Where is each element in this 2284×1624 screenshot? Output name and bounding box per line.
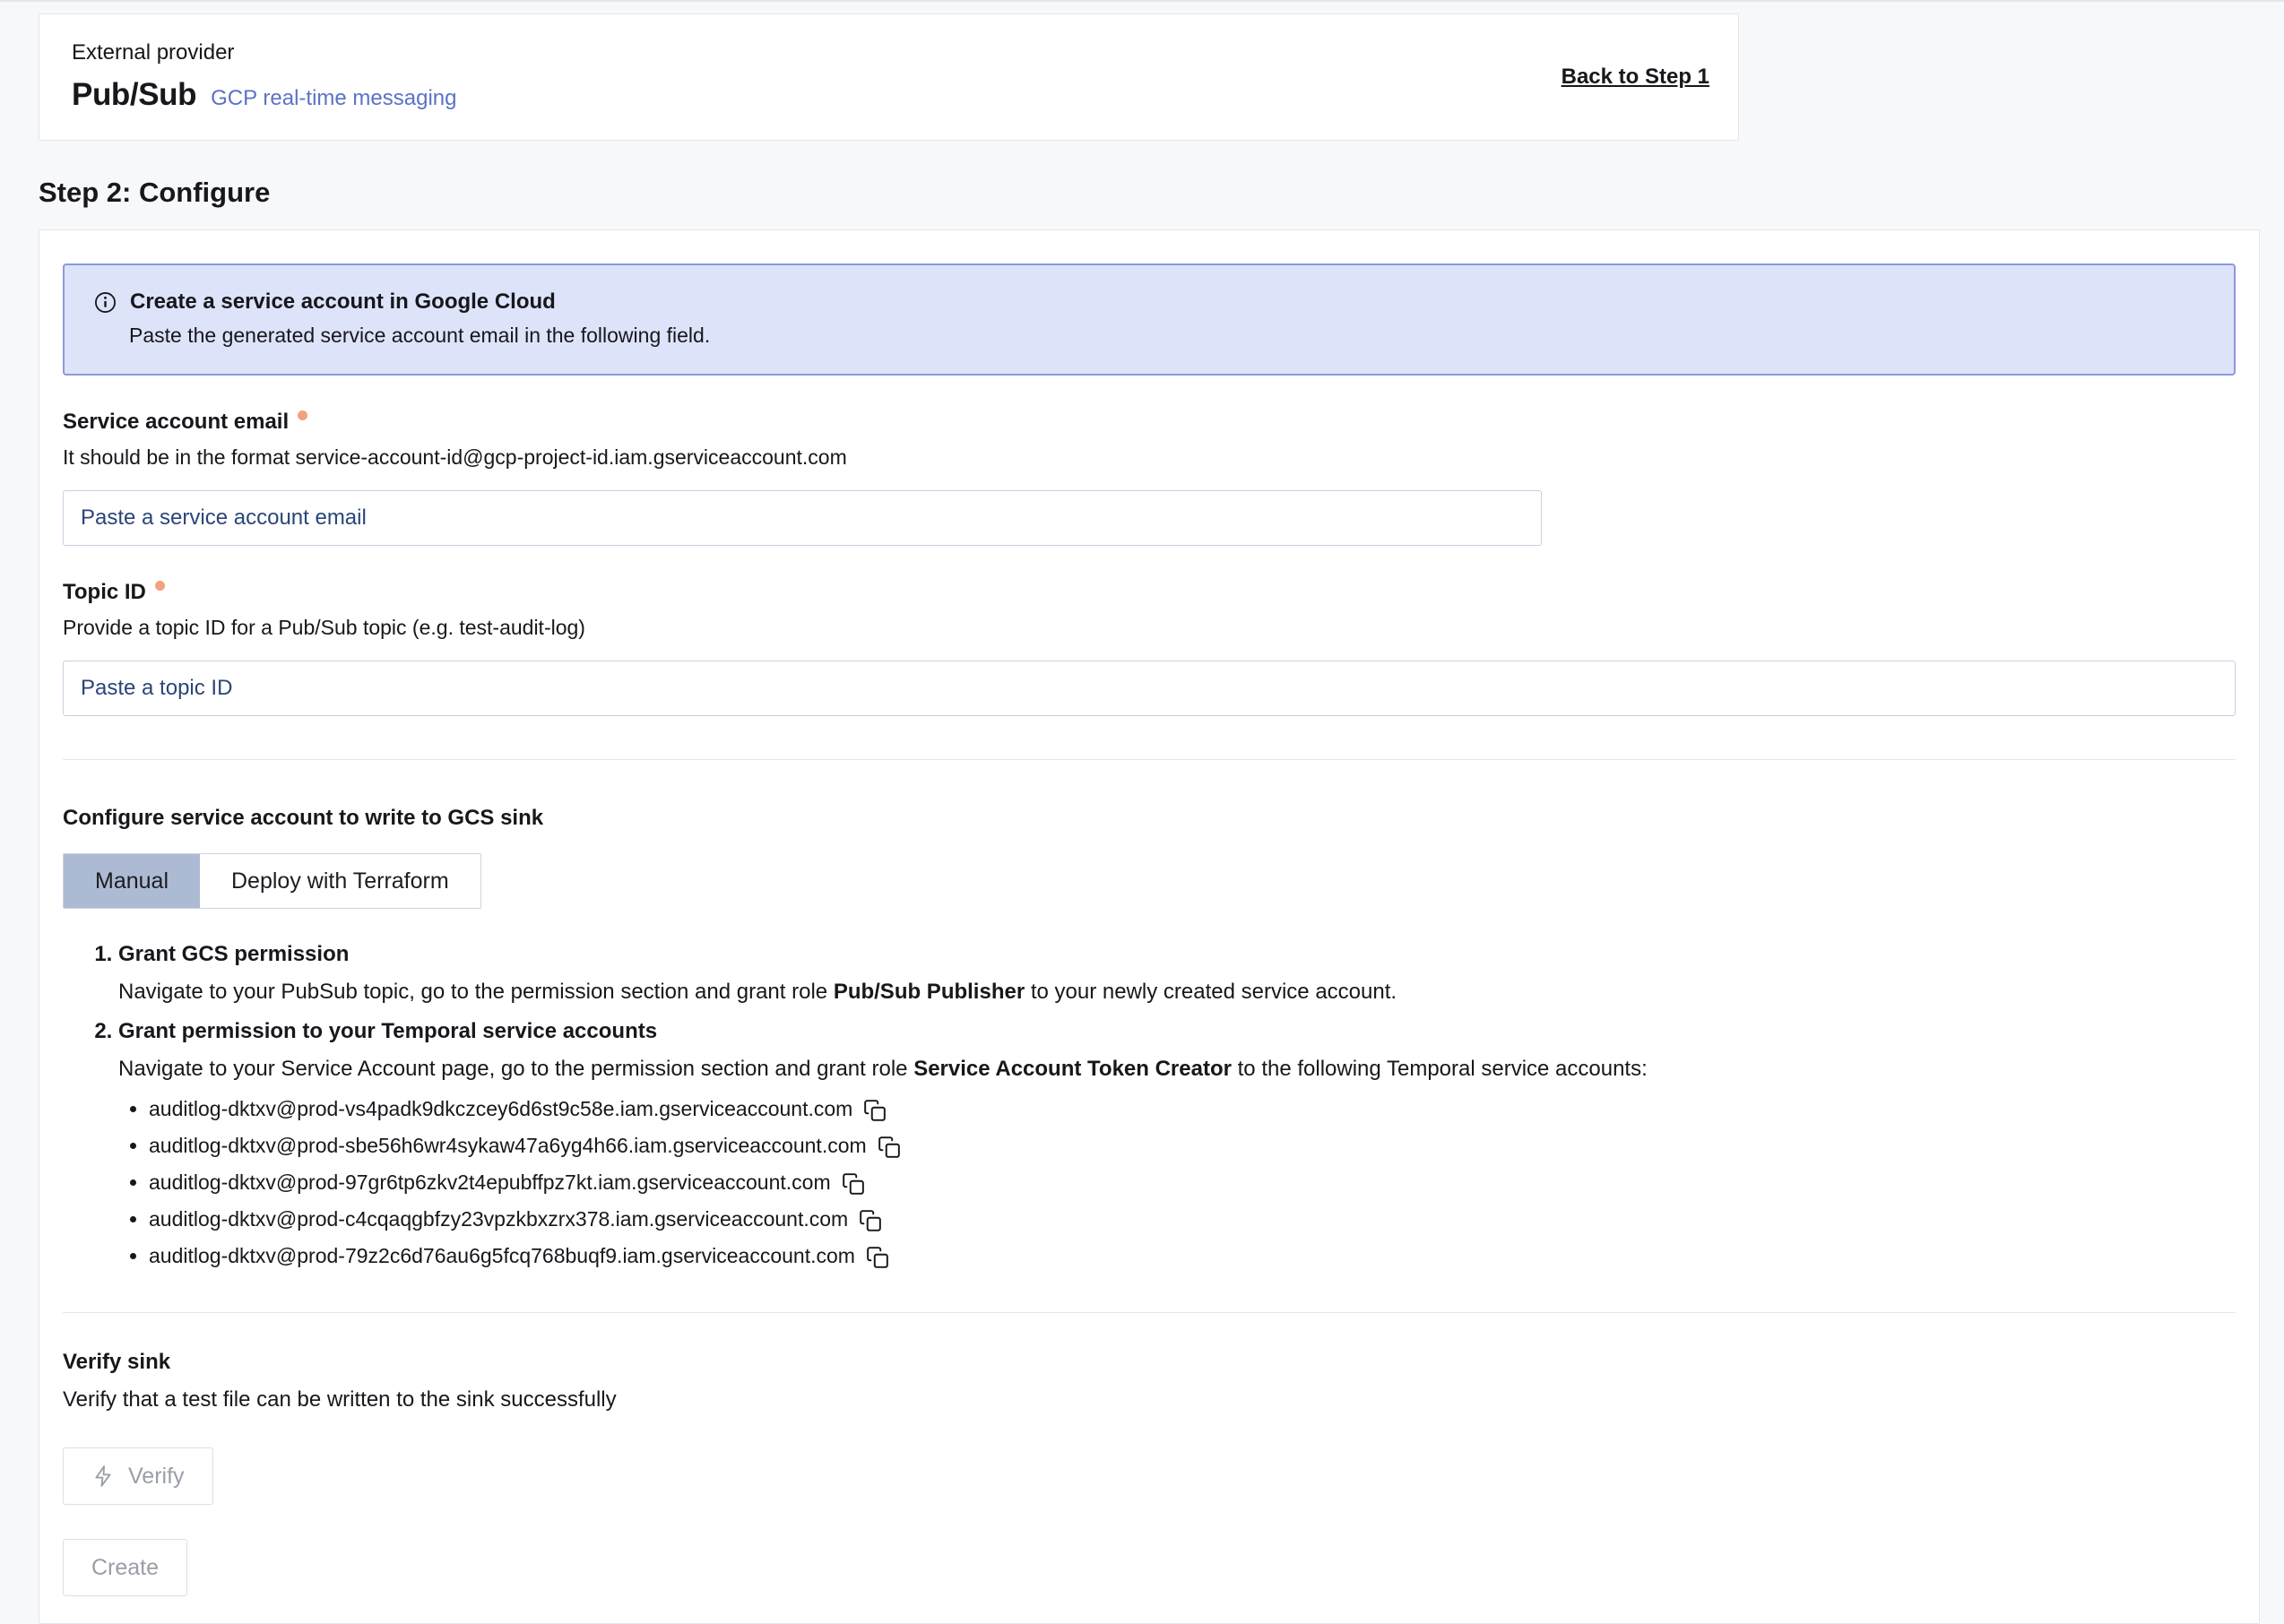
verify-sink-description: Verify that a test file can be written t…: [63, 1386, 2236, 1413]
copy-icon[interactable]: [863, 1099, 887, 1122]
service-account-email-label: Service account email: [63, 409, 2236, 436]
step-grant-temporal-permission: Grant permission to your Temporal servic…: [118, 1018, 2236, 1269]
back-to-step-1-link[interactable]: Back to Step 1: [1562, 65, 1709, 90]
info-banner-title: Create a service account in Google Cloud: [130, 289, 556, 315]
tab-deploy-with-terraform[interactable]: Deploy with Terraform: [200, 854, 480, 908]
configure-card: Create a service account in Google Cloud…: [39, 229, 2260, 1624]
verify-button[interactable]: Verify: [63, 1447, 213, 1505]
service-account-list: auditlog-dktxv@prod-vs4padk9dkczcey6d6st…: [118, 1095, 2236, 1269]
copy-icon[interactable]: [859, 1209, 882, 1232]
step-title: Grant GCS permission: [118, 941, 2236, 968]
provider-summary-card: External provider Pub/Sub GCP real-time …: [39, 13, 1739, 141]
tab-manual[interactable]: Manual: [64, 854, 200, 908]
verify-sink-title: Verify sink: [63, 1349, 2236, 1376]
external-provider-label: External provider: [72, 39, 1706, 66]
instruction-steps: Grant GCS permission Navigate to your Pu…: [63, 941, 2236, 1269]
topic-id-label: Topic ID: [63, 579, 2236, 606]
info-banner: Create a service account in Google Cloud…: [63, 263, 2236, 376]
required-indicator: [155, 581, 165, 591]
configure-section-title: Configure service account to write to GC…: [63, 805, 2236, 832]
service-account-email: auditlog-dktxv@prod-79z2c6d76au6g5fcq768…: [149, 1244, 855, 1267]
zap-icon: [91, 1464, 115, 1488]
step-body: Navigate to your Service Account page, g…: [118, 1056, 2236, 1083]
list-item: auditlog-dktxv@prod-sbe56h6wr4sykaw47a6y…: [149, 1132, 2236, 1159]
list-item: auditlog-dktxv@prod-vs4padk9dkczcey6d6st…: [149, 1095, 2236, 1122]
list-item: auditlog-dktxv@prod-79z2c6d76au6g5fcq768…: [149, 1242, 2236, 1269]
list-item: auditlog-dktxv@prod-97gr6tp6zkv2t4epubff…: [149, 1169, 2236, 1196]
topic-id-helper: Provide a topic ID for a Pub/Sub topic (…: [63, 615, 2236, 641]
required-indicator: [298, 410, 307, 420]
page-title: Step 2: Configure: [39, 177, 2284, 209]
create-button[interactable]: Create: [63, 1539, 187, 1596]
section-divider: [63, 1312, 2236, 1313]
service-account-email: auditlog-dktxv@prod-97gr6tp6zkv2t4epubff…: [149, 1170, 831, 1194]
service-account-email: auditlog-dktxv@prod-c4cqaqgbfzy23vpzkbxz…: [149, 1207, 848, 1231]
service-account-email-helper: It should be in the format service-accou…: [63, 445, 2236, 471]
copy-icon[interactable]: [878, 1136, 901, 1159]
step-grant-gcs-permission: Grant GCS permission Navigate to your Pu…: [118, 941, 2236, 1006]
topic-id-input[interactable]: [63, 661, 2236, 716]
section-divider: [63, 759, 2236, 760]
info-circle-icon: [93, 290, 117, 315]
service-account-email: auditlog-dktxv@prod-sbe56h6wr4sykaw47a6y…: [149, 1134, 867, 1157]
list-item: auditlog-dktxv@prod-c4cqaqgbfzy23vpzkbxz…: [149, 1205, 2236, 1232]
service-account-email-input[interactable]: [63, 490, 1542, 546]
provider-name: Pub/Sub: [72, 77, 196, 113]
step-title: Grant permission to your Temporal servic…: [118, 1018, 2236, 1045]
provider-tagline: GCP real-time messaging: [211, 86, 456, 111]
copy-icon[interactable]: [866, 1246, 889, 1269]
info-banner-body: Paste the generated service account emai…: [129, 323, 2205, 349]
configure-tabs: Manual Deploy with Terraform: [63, 853, 481, 909]
step-body: Navigate to your PubSub topic, go to the…: [118, 979, 2236, 1006]
copy-icon[interactable]: [842, 1172, 865, 1196]
service-account-email: auditlog-dktxv@prod-vs4padk9dkczcey6d6st…: [149, 1097, 852, 1120]
